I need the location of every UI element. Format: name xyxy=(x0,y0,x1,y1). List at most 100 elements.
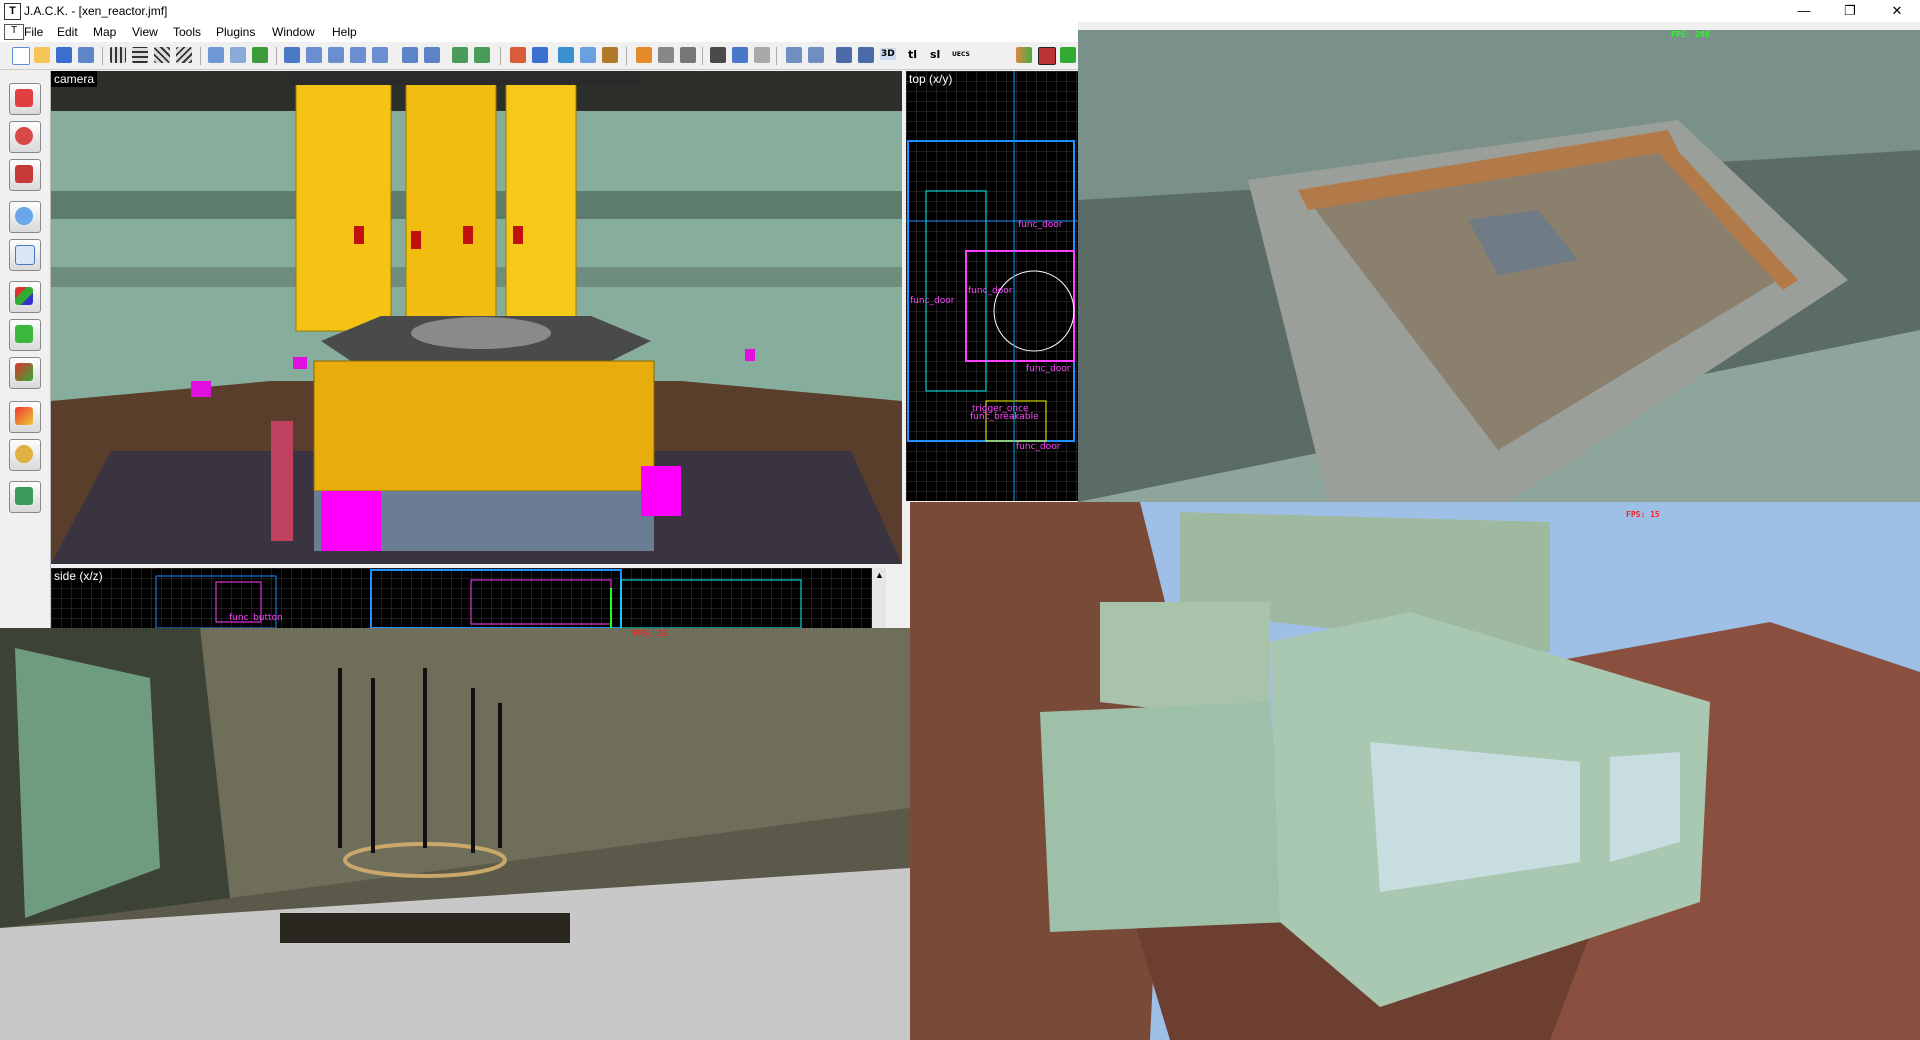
restore-button[interactable]: ❐ xyxy=(1827,0,1873,22)
tool-palette xyxy=(0,71,51,628)
close-button[interactable]: ✕ xyxy=(1874,0,1920,22)
texture-lock-button[interactable]: tl xyxy=(908,48,917,61)
toolbar-separator xyxy=(702,47,703,65)
window-title: J.A.C.K. - [xen_reactor.jmf] xyxy=(24,4,168,18)
texture-browser-icon[interactable] xyxy=(786,47,802,63)
center-view-icon[interactable] xyxy=(858,47,874,63)
apply-texture-button[interactable] xyxy=(9,319,41,351)
path-tool-button[interactable] xyxy=(9,439,41,471)
cube-outline-icon xyxy=(15,245,35,265)
mdi-doc-icon[interactable]: T xyxy=(4,24,24,40)
paste-icon[interactable] xyxy=(754,47,770,63)
camera-tool-button[interactable] xyxy=(9,159,41,191)
reactor-light xyxy=(513,226,523,244)
green-cube-icon xyxy=(15,325,33,343)
pointer-arrow-icon xyxy=(15,89,33,107)
brush-clip-icon[interactable] xyxy=(636,47,652,63)
cut-icon[interactable] xyxy=(710,47,726,63)
check-problems-icon[interactable] xyxy=(1060,47,1076,63)
selection-tool-button[interactable] xyxy=(9,83,41,115)
reactor-light xyxy=(463,226,473,244)
entity-tool-button[interactable] xyxy=(9,201,41,233)
menu-file[interactable]: File xyxy=(24,25,43,39)
show-all-icon[interactable] xyxy=(532,47,548,63)
decal-tool-button[interactable] xyxy=(9,401,41,433)
select-objects-icon[interactable] xyxy=(580,47,596,63)
toolbar-separator xyxy=(626,47,627,65)
top-viewport[interactable]: func_door func_door func_door func_door … xyxy=(906,71,1078,501)
align-bottom-icon[interactable] xyxy=(372,47,388,63)
align-left-icon[interactable] xyxy=(306,47,322,63)
flip-vertical-icon[interactable] xyxy=(424,47,440,63)
title-bar: T J.A.C.K. - [xen_reactor.jmf] — ❐ ✕ xyxy=(0,0,1920,22)
grid-3d-icon[interactable] xyxy=(132,47,148,63)
brush-split-icon[interactable] xyxy=(680,47,696,63)
zoom-selection-icon[interactable] xyxy=(836,47,852,63)
run-map-icon[interactable] xyxy=(1038,47,1056,65)
align-right-icon[interactable] xyxy=(328,47,344,63)
menu-view[interactable]: View xyxy=(132,25,158,39)
entity-marker[interactable] xyxy=(745,349,755,361)
vertex-tool-button[interactable] xyxy=(9,481,41,513)
brush-merge-icon[interactable] xyxy=(658,47,674,63)
arena-screenshot: FPS: 248 xyxy=(1078,30,1920,502)
entity-ladder[interactable] xyxy=(271,421,293,541)
flip-horizontal-icon[interactable] xyxy=(402,47,418,63)
rotate-cw-icon[interactable] xyxy=(474,47,490,63)
save-as-icon[interactable] xyxy=(78,47,94,63)
top-grid-drawing: func_door func_door func_door func_door … xyxy=(906,71,1078,501)
uecs-button[interactable]: UECS xyxy=(952,51,970,58)
outpost-left-module xyxy=(1040,702,1290,932)
entity-label: func_door xyxy=(910,296,955,306)
larger-grid-icon[interactable] xyxy=(176,47,192,63)
ungroup-icon[interactable] xyxy=(230,47,246,63)
side-viewport[interactable]: func_button side (x/z) ▲ xyxy=(51,568,886,628)
menu-window[interactable]: Window xyxy=(272,25,315,39)
main-toolbar: 3D tl sl UECS xyxy=(0,43,1078,70)
entity-marker[interactable] xyxy=(641,466,681,516)
magnify-tool-button[interactable] xyxy=(9,121,41,153)
menu-help[interactable]: Help xyxy=(332,25,357,39)
save-icon[interactable] xyxy=(56,47,72,63)
grid-toggle-icon[interactable] xyxy=(110,47,126,63)
hide-selected-icon[interactable] xyxy=(510,47,526,63)
entity-marker[interactable] xyxy=(321,491,381,551)
copy-icon[interactable] xyxy=(732,47,748,63)
smaller-grid-icon[interactable] xyxy=(154,47,170,63)
block-tool-button[interactable] xyxy=(9,239,41,271)
minimize-button[interactable]: — xyxy=(1781,0,1827,22)
menu-tools[interactable]: Tools xyxy=(173,25,201,39)
camera-viewport[interactable]: camera xyxy=(51,71,902,564)
open-folder-icon[interactable] xyxy=(34,47,50,63)
snap-to-grid-icon[interactable] xyxy=(558,47,574,63)
carve-icon[interactable] xyxy=(252,47,268,63)
camera-viewport-label: camera xyxy=(51,71,98,87)
entity-marker[interactable] xyxy=(293,357,307,369)
align-top-icon[interactable] xyxy=(350,47,366,63)
entity-marker[interactable] xyxy=(191,381,211,397)
scroll-up-arrow-icon[interactable]: ▲ xyxy=(875,570,884,580)
object-properties-icon[interactable] xyxy=(808,47,824,63)
rotate-ccw-icon[interactable] xyxy=(452,47,468,63)
arena-render xyxy=(1078,30,1920,502)
texture-application-button[interactable] xyxy=(9,281,41,313)
render-3d-button[interactable]: 3D xyxy=(880,48,896,60)
reactor-pillar-center xyxy=(405,71,497,322)
group-icon[interactable] xyxy=(208,47,224,63)
texture-lock-icon[interactable] xyxy=(284,47,300,63)
fps-counter: FPS: 15 xyxy=(1626,510,1660,519)
path-nodes-icon xyxy=(15,445,33,463)
menu-plugins[interactable]: Plugins xyxy=(216,25,255,39)
outpost-render xyxy=(910,502,1920,1040)
reactor-light xyxy=(354,226,364,244)
menu-map[interactable]: Map xyxy=(93,25,116,39)
scale-lock-button[interactable]: sl xyxy=(930,48,940,61)
replace-texture-button[interactable] xyxy=(9,357,41,389)
menu-edit[interactable]: Edit xyxy=(57,25,78,39)
toolbar-separator xyxy=(102,47,103,65)
fps-counter: FPS: 248 xyxy=(1671,30,1710,39)
vertical-scrollbar[interactable]: ▲ xyxy=(872,568,886,628)
compile-map-icon[interactable] xyxy=(1016,47,1032,63)
hollow-icon[interactable] xyxy=(602,47,618,63)
new-file-icon[interactable] xyxy=(12,47,30,65)
